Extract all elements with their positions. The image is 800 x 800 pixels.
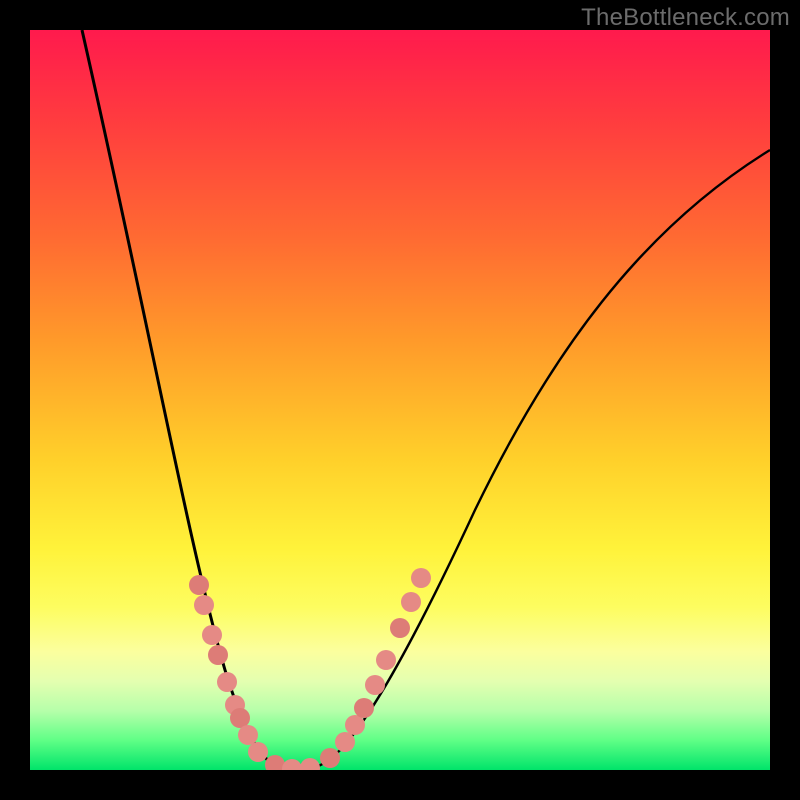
- curve-svg: [30, 30, 770, 770]
- marker-dot: [365, 675, 385, 695]
- marker-dot: [238, 725, 258, 745]
- marker-dot: [411, 568, 431, 588]
- marker-dot: [208, 645, 228, 665]
- marker-dot: [282, 759, 302, 770]
- marker-dot: [335, 732, 355, 752]
- marker-dot: [217, 672, 237, 692]
- marker-dot: [230, 708, 250, 728]
- marker-dot: [376, 650, 396, 670]
- marker-dot: [265, 755, 285, 770]
- marker-dot: [354, 698, 374, 718]
- marker-dot: [401, 592, 421, 612]
- watermark-text: TheBottleneck.com: [581, 4, 790, 32]
- marker-dot: [345, 715, 365, 735]
- marker-dot: [189, 575, 209, 595]
- marker-dot: [390, 618, 410, 638]
- marker-dot: [320, 748, 340, 768]
- marker-dot: [300, 758, 320, 770]
- marker-dot: [202, 625, 222, 645]
- plot-area: [30, 30, 770, 770]
- marker-dot: [248, 742, 268, 762]
- marker-dot: [194, 595, 214, 615]
- left-curve-path: [82, 30, 300, 770]
- chart-frame: TheBottleneck.com: [0, 0, 800, 800]
